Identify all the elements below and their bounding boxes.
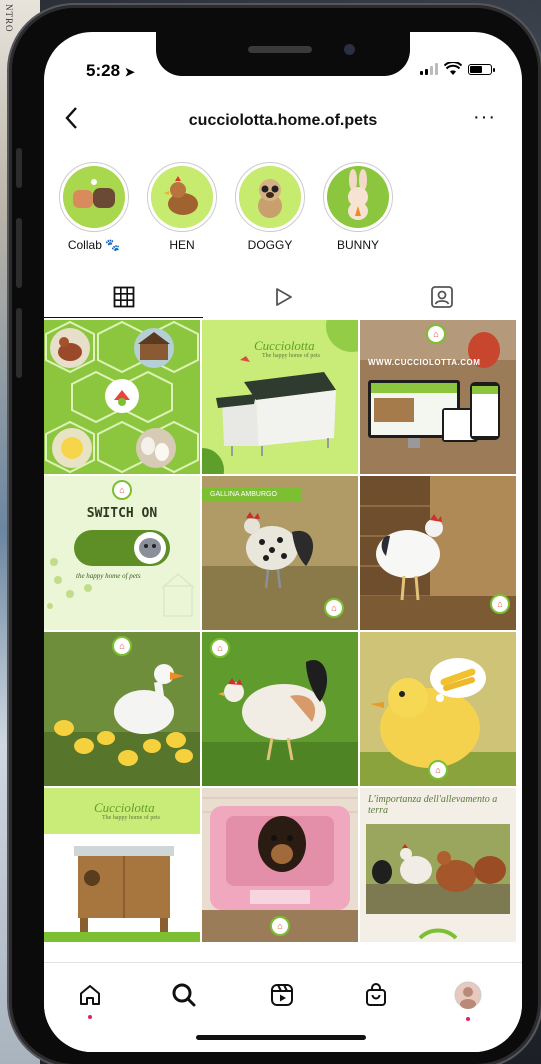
- post-duck-ducklings[interactable]: ⌂: [44, 632, 200, 786]
- speaker: [248, 46, 312, 53]
- post-hexagon-collage[interactable]: [44, 320, 200, 474]
- post-website[interactable]: WWW.CUCCIOLOTTA.COM ⌂: [360, 320, 516, 474]
- brand-logo-icon: ⌂: [490, 594, 510, 614]
- post-white-hen-grass[interactable]: ⌂: [202, 632, 358, 786]
- cellular-signal-icon: [420, 63, 438, 75]
- front-camera: [344, 44, 355, 55]
- nav-profile[interactable]: [448, 975, 488, 1021]
- profile-avatar-icon: [454, 981, 482, 1009]
- tagged-person-icon: [431, 286, 454, 308]
- notch: [156, 32, 410, 76]
- play-icon: [276, 288, 292, 306]
- wifi-icon: [444, 62, 462, 75]
- phone-screen: 5:28 ➤ cucciolotta.home.of.pets ··· Coll…: [44, 32, 522, 1052]
- story-highlights: Collab 🐾 HEN DOGGY BUNNY: [58, 162, 394, 252]
- tab-posts-grid[interactable]: [44, 276, 204, 318]
- free-range-hens-image: [360, 824, 516, 942]
- status-icons: [420, 62, 495, 76]
- brand-logo-icon: ⌂: [426, 324, 446, 344]
- highlight-collab-image: [63, 166, 125, 228]
- switch-toggle-image: [47, 530, 195, 617]
- post-hutch-brand: Cucciolotta: [94, 800, 155, 815]
- reels-icon: [271, 984, 293, 1006]
- search-icon: [172, 983, 196, 1007]
- location-icon: ➤: [124, 65, 135, 79]
- highlight-bunny-image: [327, 166, 389, 228]
- highlight-doggy-label: DOGGY: [247, 238, 293, 252]
- nav-reels[interactable]: [262, 975, 302, 1015]
- post-website-url: WWW.CUCCIOLOTTA.COM: [368, 358, 481, 367]
- highlight-hen-label: HEN: [169, 238, 195, 252]
- highlight-hen[interactable]: HEN: [146, 162, 218, 252]
- highlight-doggy-image: [239, 166, 301, 228]
- post-cucciolotta-hutch[interactable]: Cucciolotta The happy home of pets: [44, 788, 200, 942]
- post-switch-on[interactable]: ⌂ SWITCH ON the happy home of pets: [44, 476, 200, 630]
- highlight-collab[interactable]: Collab 🐾: [58, 162, 130, 252]
- highlight-bunny[interactable]: BUNNY: [322, 162, 394, 252]
- profile-header: cucciolotta.home.of.pets ···: [44, 102, 522, 142]
- profile-username: cucciolotta.home.of.pets: [188, 112, 378, 129]
- post-gallina-title: GALLINA AMBURGO: [202, 488, 302, 502]
- status-time-text: 5:28: [86, 61, 121, 80]
- volume-down-button: [16, 308, 22, 378]
- battery-icon: [468, 63, 495, 75]
- grid-icon: [113, 286, 135, 308]
- post-duckling-corn[interactable]: ⌂: [360, 632, 516, 786]
- post-gallina-amburgo[interactable]: GALLINA AMBURGO ⌂: [202, 476, 358, 630]
- volume-up-button: [16, 218, 22, 288]
- nav-home[interactable]: [70, 975, 110, 1019]
- brand-logo-icon: ⌂: [112, 636, 132, 656]
- nav-search[interactable]: [164, 975, 204, 1015]
- post-cucciolotta-coop[interactable]: Cucciolotta The happy home of pets: [202, 320, 358, 474]
- home-icon: [80, 985, 100, 1005]
- hexagon-collage-image: [44, 320, 200, 474]
- status-time: 5:28 ➤: [86, 61, 135, 81]
- highlight-doggy[interactable]: DOGGY: [234, 162, 306, 252]
- profile-tabs: [44, 276, 522, 318]
- brand-logo-icon: ⌂: [210, 638, 230, 658]
- post-white-hen-coop[interactable]: ⌂: [360, 476, 516, 630]
- post-hutch-subtitle: The happy home of pets: [102, 815, 160, 821]
- highlight-hen-image: [151, 166, 213, 228]
- home-indicator: [196, 1035, 366, 1040]
- highlight-bunny-label: BUNNY: [336, 238, 379, 252]
- brand-logo-icon: ⌂: [270, 916, 290, 936]
- coop-image: [202, 320, 358, 474]
- post-puppy-bed[interactable]: ⌂: [202, 788, 358, 942]
- phone-frame: 5:28 ➤ cucciolotta.home.of.pets ··· Coll…: [12, 8, 538, 1064]
- post-allevamento-a-terra[interactable]: L'importanza dell'allevamento a terra: [360, 788, 516, 942]
- brand-logo-icon: ⌂: [324, 598, 344, 618]
- nav-shop[interactable]: [356, 975, 396, 1015]
- background-text: NTRO: [4, 4, 14, 33]
- posts-grid: Cucciolotta The happy home of pets WWW.C…: [44, 320, 522, 942]
- tab-tagged[interactable]: [363, 276, 522, 318]
- shopping-bag-icon: [366, 983, 386, 1006]
- brand-logo-icon: ⌂: [428, 760, 448, 780]
- notification-dot: [466, 1017, 470, 1021]
- notification-dot: [88, 1015, 92, 1019]
- more-options-button[interactable]: ···: [473, 106, 496, 129]
- tab-reels[interactable]: [203, 276, 362, 318]
- post-switch-subtitle: the happy home of pets: [76, 572, 141, 580]
- highlight-collab-label: Collab 🐾: [67, 238, 121, 252]
- mute-switch: [16, 148, 22, 188]
